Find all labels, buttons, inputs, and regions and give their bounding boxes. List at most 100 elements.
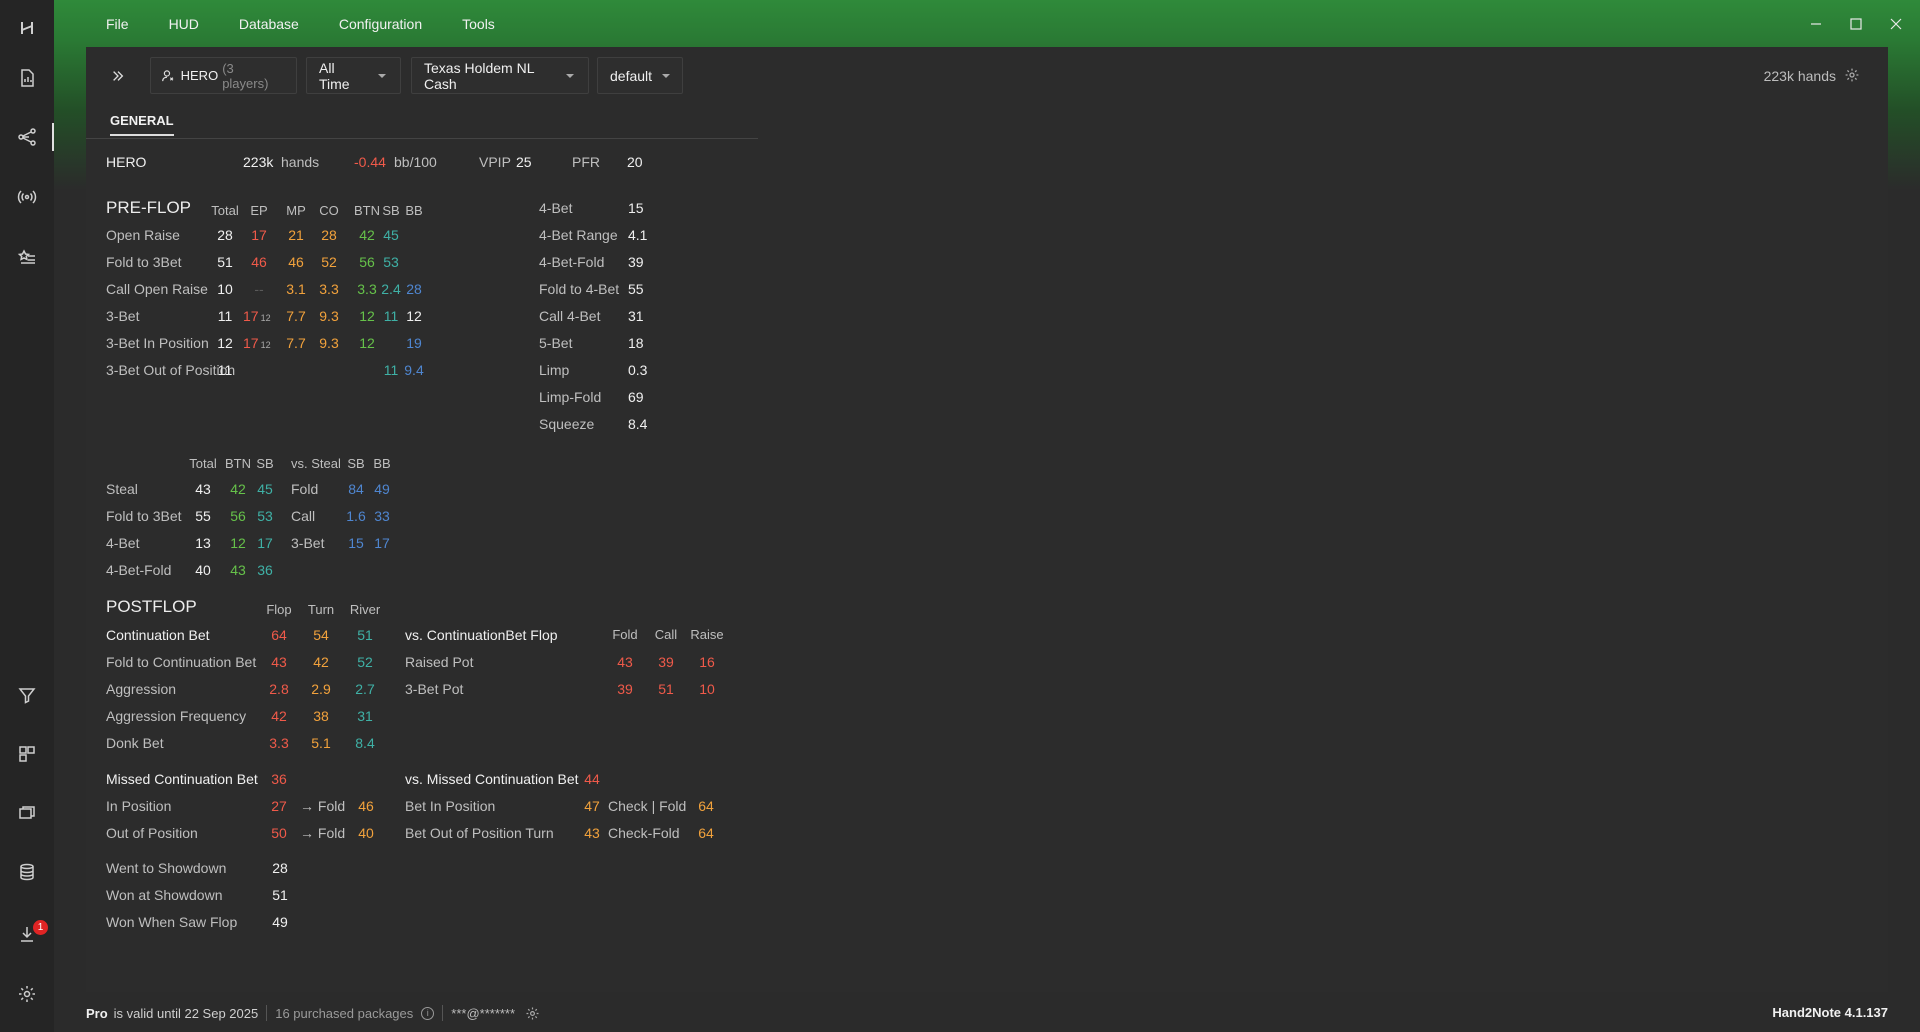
plan-validity: is valid until 22 Sep 2025 [113,1005,259,1021]
profile-dropdown[interactable]: default [597,57,683,94]
menu-tools[interactable]: Tools [442,16,515,32]
download-icon[interactable]: 1 [0,912,54,956]
stat-value: 2.9 [311,681,331,697]
preflop-title: PRE-FLOP [106,198,192,217]
column-header: CO [319,203,339,218]
stat-value: 51 [272,887,288,903]
stat-value: 16 [699,654,715,670]
stat-value: 31 [628,308,644,324]
stat-label: Won When Saw Flop [106,914,238,930]
player-name: HERO [180,68,219,83]
menu-configuration[interactable]: Configuration [319,16,442,32]
stat-label: Limp-Fold [539,389,602,405]
expand-chevrons-icon[interactable] [106,66,130,86]
postflop-title: POSTFLOP [106,597,197,616]
summary-vpip: 25 [516,154,532,170]
stat-value: 49 [272,914,288,930]
stat-value: 12 [217,335,233,351]
stat-value: 42 [313,654,329,670]
stat-label: 3-Bet In Position [106,335,209,351]
stat-label: → Fold [300,798,346,814]
info-icon[interactable]: i [421,1006,435,1020]
tab-divider [86,138,758,139]
stat-value: 2.8 [269,681,289,697]
stat-value: 45 [383,227,399,243]
layout-icon[interactable] [0,732,54,776]
stat-label: Call [291,508,316,524]
stat-label: Call 4-Bet [539,308,601,324]
gear-icon[interactable] [1844,67,1862,85]
column-header: EP [250,203,268,218]
stat-label: Fold to 3Bet [106,254,182,270]
vs-cbet-title: vs. ContinuationBet Flop [405,627,558,643]
report-icon[interactable] [0,56,54,100]
stat-label: Open Raise [106,227,180,243]
stat-value: 12 [406,308,422,324]
profile-value: default [610,67,653,84]
menu-hud[interactable]: HUD [149,16,219,32]
stat-label: Out of Position [106,825,198,841]
stat-value: -- [254,281,264,297]
stat-value: 8.4 [355,735,375,751]
stat-value: 45 [257,481,273,497]
stat-value: 69 [628,389,644,405]
stat-value: 9.3 [319,335,339,351]
column-header: Flop [266,602,292,617]
stat-label: Fold [291,481,319,497]
stat-label: Check-Fold [608,825,680,841]
summary-bb100-label: bb/100 [394,154,437,170]
stat-label: Call Open Raise [106,281,208,297]
menu-database[interactable]: Database [219,16,319,32]
divider [266,1005,268,1021]
stat-value: 13 [195,535,211,551]
stat-value: 15 [628,200,644,216]
app-logo-icon[interactable] [0,6,54,50]
broadcast-icon[interactable] [0,175,54,219]
column-header: vs. Steal [291,456,341,471]
stat-label: In Position [106,798,172,814]
period-dropdown[interactable]: All Time [306,57,401,94]
database-icon[interactable] [0,850,54,894]
stat-label: Limp [539,362,570,378]
filter-toolbar: HERO (3 players) All Time Texas Holdem N… [86,57,1888,95]
plan-name: Pro [86,1005,108,1021]
stat-value: 40 [358,825,374,841]
stat-value: 64 [271,627,287,643]
menu-bar: File HUD Database Configuration Tools [54,0,515,47]
column-header: BB [405,203,423,218]
sample-size: 12 [260,340,271,350]
stat-value: 42 [271,708,287,724]
filter-icon[interactable] [0,673,54,717]
settings-gear-icon[interactable] [0,972,54,1016]
packages[interactable]: 16 purchased packages [275,1006,413,1021]
menu-file[interactable]: File [54,16,149,32]
stat-value: 31 [357,708,373,724]
game-dropdown[interactable]: Texas Holdem NL Cash [411,57,589,94]
close-icon[interactable] [1876,0,1916,47]
stat-value: 55 [628,281,644,297]
stat-value: 11 [217,308,233,324]
divider [442,1005,444,1021]
column-header: SB [256,456,274,471]
windows-icon[interactable] [0,792,54,836]
stat-value: 33 [374,508,390,524]
vs-missed-cbet-title: vs. Missed Continuation Bet [405,771,579,787]
tab-general[interactable]: GENERAL [110,113,174,136]
stat-value: 10 [699,681,715,697]
stat-label: Fold to 3Bet [106,508,182,524]
stat-value: 54 [313,627,329,643]
missed-cbet-title: Missed Continuation Bet [106,771,258,787]
stat-value: 51 [658,681,674,697]
graph-share-icon[interactable] [0,115,54,159]
star-list-icon[interactable] [0,236,54,280]
account-email: ***@******* [451,1005,516,1021]
minimize-icon[interactable] [1796,0,1836,47]
stat-value: 17 [374,535,390,551]
column-header: Raise [690,627,724,642]
maximize-icon[interactable] [1836,0,1876,47]
stat-label: Check | Fold [608,798,687,814]
player-selector[interactable]: HERO (3 players) [150,57,297,94]
account-gear-icon[interactable] [525,1006,540,1021]
stat-value: 18 [628,335,644,351]
stat-value: 3.3 [269,735,289,751]
